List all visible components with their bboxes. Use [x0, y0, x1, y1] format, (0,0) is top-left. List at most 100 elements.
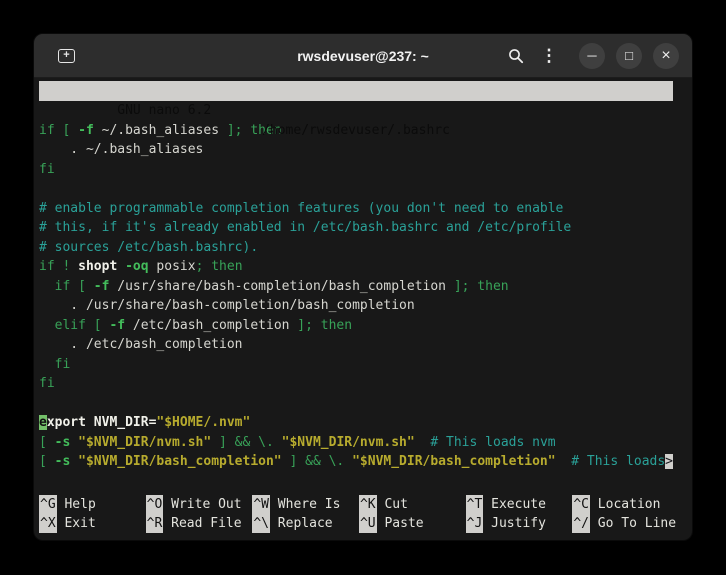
code-token: ] && \. [281, 454, 353, 469]
shortcut-replace: ^\ Replace [252, 514, 359, 533]
shortcut-label: Execute [483, 497, 546, 512]
editor-line: fi [39, 355, 692, 375]
code-token: xport NVM_DIR= [46, 415, 157, 430]
editor-line: [ -s "$NVM_DIR/bash_completion" ] && \. … [39, 452, 692, 472]
code-token: ; then [195, 259, 243, 274]
code-token: "$HOME/.nvm" [156, 415, 251, 430]
editor-line: fi [39, 160, 692, 180]
nano-file-path: /home/rwsdevuser/.bashrc [262, 123, 450, 138]
new-tab-button[interactable]: + [58, 48, 75, 63]
shortcut-write-out: ^O Write Out [145, 495, 253, 514]
editor-line: if ! shopt -oq posix; then [39, 257, 692, 277]
editor-line: # enable programmable completion feature… [39, 199, 692, 219]
shortcut-cut: ^K Cut [358, 495, 466, 514]
shortcut-bar: ^G Help ^O Write Out ^W Where Is ^K Cut ^T E… [39, 495, 679, 535]
nano-version: GNU nano 6.2 [117, 103, 212, 118]
shortcut-key: ^\ [252, 514, 270, 533]
shortcut-key: ^U [358, 514, 377, 533]
code-token: fi [39, 376, 55, 391]
maximize-button[interactable]: □ [616, 42, 642, 69]
shortcut-location: ^C Location [572, 495, 679, 514]
shortcut-key: ^K [358, 495, 377, 514]
code-token: . /usr/share/bash-completion/bash_comple… [39, 298, 415, 313]
code-token: # sources /etc/bash.bashrc). [39, 239, 259, 255]
shortcut-where-is: ^W Where Is [252, 495, 359, 514]
shortcut-key: ^G [39, 495, 57, 514]
shortcut-label: Go To Line [589, 516, 677, 531]
shortcut-key: ^X [39, 514, 57, 533]
code-token: ] && \. [211, 434, 282, 450]
code-token: "$NVM_DIR/bash_completion" [352, 454, 556, 469]
code-token: "$NVM_DIR/nvm.sh" [78, 434, 212, 450]
code-token: [ [39, 434, 55, 450]
code-token: /etc/bash_completion [125, 317, 298, 333]
shortcut-exit: ^X Exit [39, 514, 146, 533]
code-token: -s [54, 434, 71, 450]
shortcut-execute: ^T Execute [465, 495, 573, 514]
close-icon: × [661, 46, 671, 64]
shortcut-key: ^/ [572, 514, 590, 533]
minimize-icon: ─ [587, 48, 597, 63]
editor-line: . ~/.bash_aliases [39, 140, 692, 160]
editor-line: export NVM_DIR="$HOME/.nvm" [39, 413, 692, 433]
shortcut-label: Justify [483, 516, 546, 531]
shortcut-label: Cut [376, 497, 408, 512]
shortcut-label: Help [56, 497, 96, 512]
shortcut-key: ^J [465, 514, 484, 533]
desktop-background: + rwsdevuser@237: ~ ⋮ ─ □ × GNU nano 6.2… [0, 0, 726, 575]
shortcut-paste: ^U Paste [358, 514, 466, 533]
nano-titlebar: GNU nano 6.2 /home/rwsdevuser/.bashrc [39, 81, 673, 138]
code-token: /usr/share/bash-completion/bash_completi… [109, 278, 454, 294]
code-token: fi [39, 356, 71, 372]
close-button[interactable]: × [653, 42, 679, 69]
code-token: # This loads nvm [430, 434, 556, 450]
code-token: posix [148, 259, 196, 274]
code-token: > [665, 454, 673, 469]
code-token: "$NVM_DIR/nvm.sh" [281, 434, 415, 450]
editor-line: . /usr/share/bash-completion/bash_comple… [39, 296, 692, 316]
shortcut-key: ^C [572, 495, 590, 514]
new-tab-icon: + [58, 48, 75, 63]
search-icon [509, 48, 524, 63]
shortcut-label: Replace [269, 516, 333, 531]
shortcut-label: Exit [56, 516, 96, 531]
titlebar-actions: ⋮ ─ □ × [505, 42, 679, 69]
shortcut-read-file: ^R Read File [145, 514, 253, 533]
editor-line: # this, if it's already enabled in /etc/… [39, 218, 692, 238]
code-token: -f [93, 278, 110, 294]
terminal-screen[interactable]: GNU nano 6.2 /home/rwsdevuser/.bashrc if… [34, 78, 692, 540]
kebab-menu-icon: ⋮ [540, 45, 558, 65]
shortcut-go-to-line: ^/ Go To Line [572, 514, 679, 533]
shortcut-label: Write Out [163, 497, 242, 512]
shortcut-help: ^G Help [39, 495, 146, 514]
code-token: # This loads [571, 454, 666, 469]
editor-line: . /etc/bash_completion [39, 335, 692, 355]
code-token: if [ [54, 278, 94, 294]
titlebar: + rwsdevuser@237: ~ ⋮ ─ □ × [34, 34, 692, 78]
code-token: ]; then [297, 317, 353, 333]
text-cursor: e [39, 415, 47, 430]
code-token: fi [39, 161, 55, 177]
code-token: "$NVM_DIR/bash_completion" [78, 454, 282, 469]
minimize-button[interactable]: ─ [579, 42, 605, 69]
shortcut-label: Paste [376, 516, 424, 531]
shortcut-label: Read File [163, 516, 242, 531]
code-token: ~/.bash_aliases [93, 122, 227, 138]
menu-button[interactable]: ⋮ [538, 45, 560, 67]
code-token: [ [39, 454, 55, 469]
maximize-icon: □ [625, 48, 633, 63]
editor-line: if [ -f /usr/share/bash-completion/bash_… [39, 277, 692, 297]
shortcut-key: ^O [145, 495, 164, 514]
shortcut-key: ^W [252, 495, 270, 514]
search-button[interactable] [505, 45, 527, 67]
code-token: # this, if it's already enabled in /etc/… [39, 220, 572, 235]
editor-content[interactable]: if [ -f ~/.bash_aliases ]; then . ~/.bas… [39, 101, 692, 495]
